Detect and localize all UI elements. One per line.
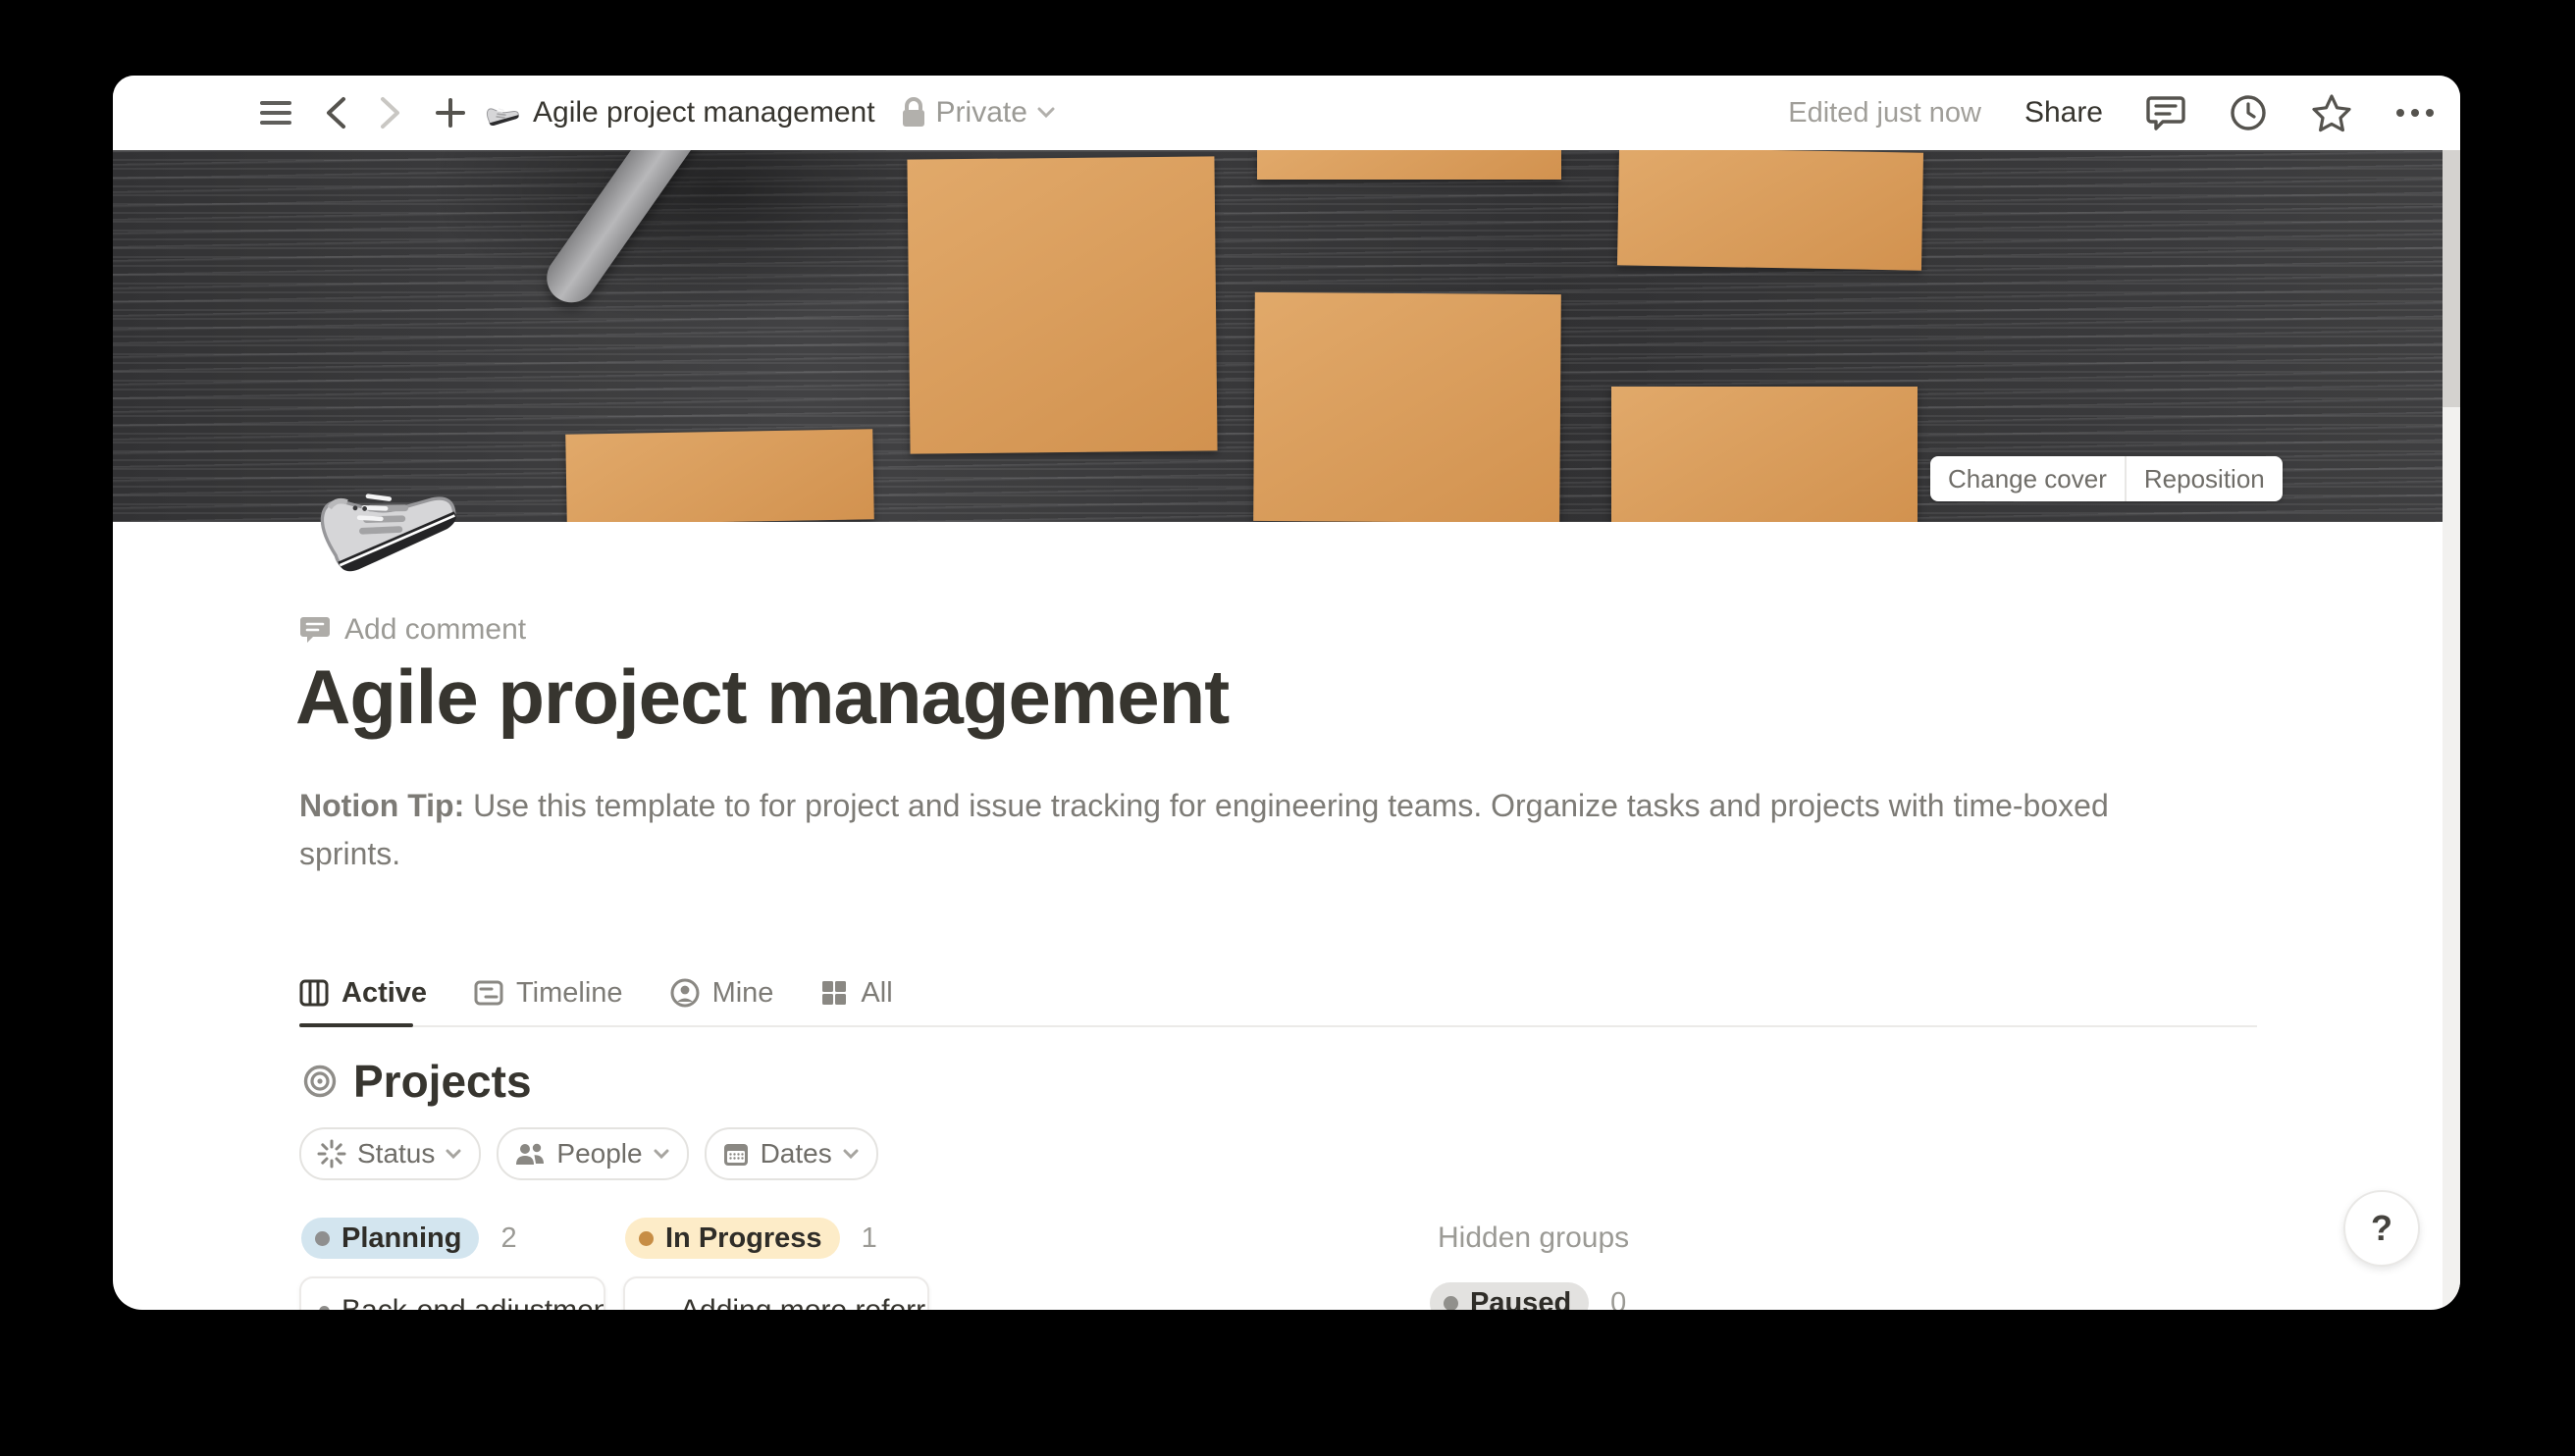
tab-label: Active [342,977,427,1010]
share-button[interactable]: Share [2024,96,2103,130]
projects-section-header: Projects [303,1055,532,1108]
sticky-note [1257,150,1561,180]
status-dot [315,1231,330,1246]
top-bar: Agile project management Private Edited … [113,76,2460,150]
filter-label: Status [357,1138,435,1170]
card-title: Adding more referral levels [680,1294,929,1310]
page-sneaker-icon [482,96,519,130]
target-icon [303,1065,337,1098]
group-pill-paused[interactable]: Paused [1430,1282,1589,1310]
filter-bar: Status People Dates [299,1127,878,1180]
new-page-plus-icon[interactable] [435,97,466,129]
group-label: In Progress [665,1222,822,1255]
privacy-selector[interactable]: Private [901,96,1055,130]
group-count: 1 [862,1222,877,1255]
group-pill-planning[interactable]: Planning [301,1218,479,1259]
group-label: Paused [1470,1287,1571,1311]
calendar-icon [722,1140,750,1168]
grid-icon [820,979,848,1007]
hidden-groups-label: Hidden groups [1438,1222,1629,1255]
sticky-note [1611,387,1918,522]
chevron-down-icon [1037,107,1055,119]
scrollbar-track[interactable] [2443,150,2460,1310]
desktop-background: Agile project management Private Edited … [0,0,2575,1456]
sticky-note [907,156,1217,453]
filter-dates[interactable]: Dates [705,1127,878,1180]
tab-label: Mine [712,977,774,1010]
sticky-note [565,429,874,522]
privacy-label: Private [936,96,1027,130]
reposition-button[interactable]: Reposition [2125,456,2283,501]
page-icon-sneaker[interactable] [299,435,456,592]
filter-people[interactable]: People [497,1127,688,1180]
favorite-star-icon[interactable] [2311,93,2352,132]
filter-status[interactable]: Status [299,1127,481,1180]
page-title[interactable]: Agile project management [295,652,1229,742]
tab-label: Timeline [516,977,623,1010]
back-icon[interactable] [325,96,346,130]
status-dot [1444,1296,1458,1311]
group-header-in-progress[interactable]: In Progress 1 [625,1218,877,1259]
notion-tip: Notion Tip: Use this template to for pro… [299,782,2208,878]
chevron-down-icon [446,1149,461,1160]
tab-mine[interactable]: Mine [670,961,774,1025]
board-card[interactable]: Adding more referral levels [623,1276,929,1310]
group-pill-in-progress[interactable]: In Progress [625,1218,840,1259]
timeline-icon [474,978,503,1008]
card-bullet-icon [319,1306,330,1310]
history-clock-icon[interactable] [2229,93,2268,132]
group-label: Planning [342,1222,461,1255]
group-count: 2 [500,1222,516,1255]
hamburger-menu-icon[interactable] [260,100,291,126]
add-comment-button[interactable]: Add comment [299,613,526,647]
chevron-down-icon [843,1149,859,1160]
tip-text: Use this template to for project and iss… [299,788,2109,871]
comments-icon[interactable] [2146,94,2185,131]
group-header-paused[interactable]: Paused 0 [1430,1282,1626,1310]
forward-icon[interactable] [380,96,401,130]
sticky-note [1617,150,1923,271]
help-button[interactable]: ? [2343,1190,2420,1267]
projects-title[interactable]: Projects [353,1055,532,1108]
tab-active[interactable]: Active [299,961,427,1025]
tab-label: All [861,977,892,1010]
sticky-note [1253,292,1561,522]
view-tabs: Active Timeline Mine All [299,961,2257,1027]
group-header-planning[interactable]: Planning 2 [301,1218,517,1259]
people-icon [514,1141,546,1167]
tab-timeline[interactable]: Timeline [474,961,623,1025]
tab-all[interactable]: All [820,961,892,1025]
breadcrumb-page-title[interactable]: Agile project management [533,96,875,130]
status-burst-icon [317,1139,346,1169]
card-title: Back-end adjustments needed [342,1294,605,1310]
add-comment-label: Add comment [344,613,526,647]
chevron-down-icon [654,1149,669,1160]
status-dot [639,1231,654,1246]
tip-bold-label: Notion Tip: [299,788,464,823]
cover-buttons: Change cover Reposition [1930,456,2283,501]
scrollbar-thumb[interactable] [2443,150,2460,407]
lock-icon [901,97,926,129]
pen-photo [537,150,746,312]
board-icon [299,978,329,1008]
filter-label: People [556,1138,642,1170]
comment-bubble-icon [299,615,331,645]
person-icon [670,978,700,1008]
notion-window: Agile project management Private Edited … [113,76,2460,1310]
board-card[interactable]: Back-end adjustments needed [299,1276,605,1310]
change-cover-button[interactable]: Change cover [1930,456,2125,501]
active-tab-underline [299,1023,413,1027]
more-ellipsis-icon[interactable] [2395,108,2435,118]
edited-timestamp: Edited just now [1788,97,1981,130]
group-count: 0 [1610,1287,1626,1311]
filter-label: Dates [761,1138,832,1170]
